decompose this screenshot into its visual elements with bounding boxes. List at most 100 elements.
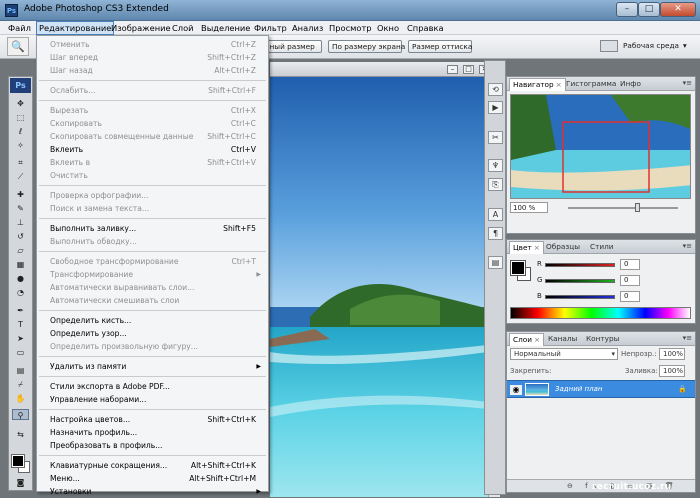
menu-file[interactable]: Файл: [6, 22, 33, 34]
panel-menu-icon[interactable]: ▾≡: [683, 334, 692, 342]
shape-tool-icon[interactable]: ▭: [12, 347, 29, 358]
eyedropper-tool-icon[interactable]: ⌿: [12, 379, 29, 390]
clone-source-icon[interactable]: ⎘: [488, 178, 503, 191]
edit-menu-item[interactable]: Управление наборами...: [38, 393, 267, 406]
panel-menu-icon[interactable]: ▾≡: [683, 79, 692, 87]
path-selection-icon[interactable]: ➤: [12, 333, 29, 344]
tool-presets-icon[interactable]: ✂: [488, 131, 503, 144]
close-icon[interactable]: ×: [534, 335, 540, 344]
workspace-label: Рабочая среда: [623, 41, 679, 50]
edit-menu-item[interactable]: Клавиатурные сокращения... Alt+Shift+Ctrl…: [38, 459, 267, 472]
notes-tool-icon[interactable]: ▤: [12, 365, 29, 376]
lock-icon: 🔒: [678, 385, 687, 393]
menu-help[interactable]: Справка: [405, 22, 446, 34]
layer-row[interactable]: ◉ Задний план 🔒: [507, 380, 695, 398]
type-tool-icon[interactable]: T: [12, 319, 29, 330]
eraser-tool-icon[interactable]: ▱: [12, 245, 29, 256]
zoom-slider[interactable]: [568, 207, 678, 209]
menu-view[interactable]: Просмотр: [327, 22, 374, 34]
tab-histogram[interactable]: Гистограмма: [563, 78, 619, 91]
color-spectrum-bar[interactable]: [510, 307, 691, 319]
pen-tool-icon[interactable]: ✒: [12, 305, 29, 316]
close-icon[interactable]: ×: [556, 80, 562, 89]
crop-tool-icon[interactable]: ⌗: [12, 157, 29, 168]
menu-layer[interactable]: Слой: [170, 22, 196, 34]
move-tool-icon[interactable]: ✥: [12, 98, 29, 109]
tab-swatches[interactable]: Образцы: [543, 241, 583, 254]
blend-mode-select[interactable]: Нормальный ▾: [510, 348, 618, 360]
print-size-button[interactable]: Размер оттиска: [408, 40, 472, 53]
brush-tool-icon[interactable]: ✎: [12, 203, 29, 214]
lasso-tool-icon[interactable]: ℓ: [12, 126, 29, 137]
edit-menu-item[interactable]: Стили экспорта в Adobe PDF...: [38, 380, 267, 393]
edit-menu-item[interactable]: Определить кисть...: [38, 314, 267, 327]
beach-image-canvas[interactable]: [270, 77, 488, 497]
menu-select[interactable]: Выделение: [199, 22, 252, 34]
slice-tool-icon[interactable]: ⟋: [12, 171, 29, 182]
swap-colors-icon[interactable]: ⇆: [12, 429, 29, 440]
minimize-button[interactable]: –: [616, 2, 638, 17]
menu-image[interactable]: Изображение: [109, 22, 173, 34]
zoom-tool-icon[interactable]: ⚲: [12, 409, 29, 420]
healing-brush-icon[interactable]: ✚: [12, 189, 29, 200]
menu-window[interactable]: Окно: [375, 22, 401, 34]
eye-icon[interactable]: ◉: [510, 385, 522, 395]
doc-maximize-icon[interactable]: □: [463, 65, 474, 74]
panel-menu-icon[interactable]: ▾≡: [683, 242, 692, 250]
clone-stamp-icon[interactable]: ⊥: [12, 217, 29, 228]
history-brush-icon[interactable]: ↺: [12, 231, 29, 242]
magic-wand-tool-icon[interactable]: ✧: [12, 140, 29, 151]
red-channel-value[interactable]: 0: [620, 259, 640, 270]
quick-mask-icon[interactable]: ◙: [12, 477, 29, 488]
maximize-button[interactable]: □: [638, 2, 660, 17]
blue-channel-slider[interactable]: [545, 295, 615, 299]
edit-menu-item[interactable]: Настройка цветов... Shift+Ctrl+K: [38, 413, 267, 426]
workspace-menu[interactable]: Рабочая среда ▾: [600, 40, 687, 52]
edit-menu-item[interactable]: Выполнить заливку... Shift+F5: [38, 222, 267, 235]
tab-info[interactable]: Инфо: [617, 78, 644, 91]
fit-screen-button[interactable]: По размеру экрана: [328, 40, 405, 53]
zoom-tool-icon[interactable]: 🔍: [7, 37, 29, 56]
layer-comps-icon[interactable]: ▤: [488, 256, 503, 269]
actions-panel-icon[interactable]: ▶: [488, 101, 503, 114]
brushes-panel-icon[interactable]: ♆: [488, 159, 503, 172]
edit-menu-item[interactable]: Удалить из памяти ▶: [38, 360, 267, 373]
foreground-color-swatch[interactable]: [510, 260, 526, 276]
edit-menu-item[interactable]: Преобразовать в профиль...: [38, 439, 267, 452]
tab-styles[interactable]: Стили: [587, 241, 617, 254]
opacity-field[interactable]: 100%: [659, 348, 685, 360]
marquee-tool-icon[interactable]: ⬚: [12, 112, 29, 123]
character-panel-icon[interactable]: A: [488, 208, 503, 221]
tab-color[interactable]: Цвет ×: [509, 241, 544, 254]
zoom-level-field[interactable]: 100 %: [510, 202, 548, 213]
navigator-preview[interactable]: [510, 94, 691, 199]
hand-tool-icon[interactable]: ✋: [12, 393, 29, 404]
green-channel-slider[interactable]: [545, 279, 615, 283]
edit-menu-item[interactable]: Вклеить Ctrl+V: [38, 143, 267, 156]
gradient-tool-icon[interactable]: ▦: [12, 259, 29, 270]
zoom-slider-handle[interactable]: [635, 203, 640, 212]
tab-layers[interactable]: Слои ×: [509, 333, 545, 346]
paragraph-panel-icon[interactable]: ¶: [488, 227, 503, 240]
edit-menu-item[interactable]: Назначить профиль...: [38, 426, 267, 439]
tab-channels[interactable]: Каналы: [545, 333, 580, 346]
tab-paths[interactable]: Контуры: [583, 333, 622, 346]
menu-edit[interactable]: Редактирование: [36, 21, 115, 35]
blue-channel-value[interactable]: 0: [620, 291, 640, 302]
green-channel-value[interactable]: 0: [620, 275, 640, 286]
menu-analysis[interactable]: Анализ: [290, 22, 325, 34]
menu-filter[interactable]: Фильтр: [252, 22, 289, 34]
history-panel-icon[interactable]: ⟲: [488, 83, 503, 96]
foreground-color-swatch[interactable]: [11, 454, 25, 468]
fill-field[interactable]: 100%: [659, 365, 685, 377]
blur-tool-icon[interactable]: ●: [12, 273, 29, 284]
red-channel-slider[interactable]: [545, 263, 615, 267]
close-icon[interactable]: ×: [534, 243, 540, 252]
doc-minimize-icon[interactable]: –: [447, 65, 458, 74]
tab-navigator[interactable]: Навигатор ×: [509, 78, 566, 91]
dodge-tool-icon[interactable]: ◔: [12, 287, 29, 298]
close-button[interactable]: ✕: [660, 2, 696, 17]
edit-menu-item[interactable]: Установки ▶: [38, 485, 267, 498]
edit-menu-item[interactable]: Определить узор...: [38, 327, 267, 340]
edit-menu-item[interactable]: Меню... Alt+Shift+Ctrl+M: [38, 472, 267, 485]
